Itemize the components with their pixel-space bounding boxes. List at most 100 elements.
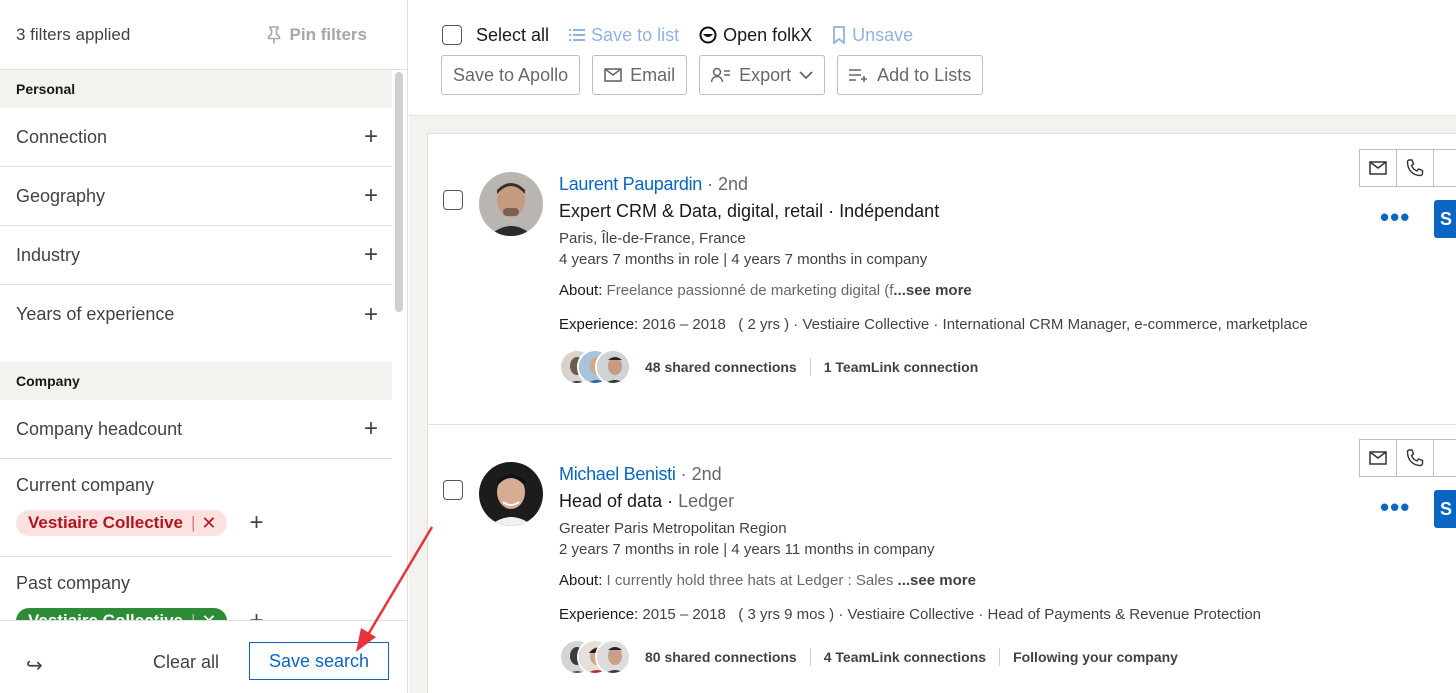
lead-checkbox[interactable]	[443, 480, 463, 500]
plus-icon[interactable]: +	[359, 125, 383, 149]
filter-panel-footer: ↪ Clear all Save search	[0, 620, 407, 693]
save-lead-button[interactable]: S	[1434, 490, 1456, 528]
lead-name-link[interactable]: Laurent Paupardin	[559, 174, 702, 194]
list-icon	[569, 29, 586, 41]
phone-icon	[1406, 159, 1424, 177]
filter-connection[interactable]: Connection +	[0, 108, 392, 167]
phone-action-button[interactable]	[1396, 149, 1434, 187]
past-company-chip[interactable]: Vestiaire Collective | ✕	[16, 608, 227, 620]
avatar	[595, 349, 631, 385]
bookmark-icon	[833, 26, 846, 44]
plus-icon[interactable]: +	[359, 302, 383, 327]
filter-current-company: Current company Vestiaire Collective | ✕…	[0, 459, 392, 557]
teamlink-link[interactable]: 4 TeamLink connections	[824, 649, 986, 665]
email-action-button[interactable]	[1359, 439, 1397, 477]
remove-chip-icon[interactable]: ✕	[201, 513, 216, 534]
see-more-link[interactable]: ...see more	[898, 572, 976, 589]
filter-geography[interactable]: Geography +	[0, 167, 392, 226]
filter-years-of-experience[interactable]: Years of experience +	[0, 285, 392, 344]
following-your-company: Following your company	[1013, 649, 1178, 665]
experience-label: Experience:	[559, 316, 639, 333]
lead-location: Greater Paris Metropolitan Region	[559, 520, 787, 537]
shared-connections-link[interactable]: 80 shared connections	[645, 649, 797, 665]
shared-connection-avatars[interactable]	[559, 639, 631, 675]
add-list-icon	[849, 69, 868, 82]
filter-label: Past company	[16, 573, 131, 593]
lead-name-link[interactable]: Michael Benisti	[559, 464, 676, 484]
lead-checkbox[interactable]	[443, 190, 463, 210]
plus-icon[interactable]: +	[359, 417, 383, 441]
filter-industry[interactable]: Industry +	[0, 226, 392, 285]
current-company-chip[interactable]: Vestiaire Collective | ✕	[16, 510, 227, 536]
export-label: Export	[739, 64, 792, 85]
share-icon[interactable]: ↪	[26, 653, 43, 678]
plus-icon[interactable]: +	[359, 184, 383, 208]
see-more-link[interactable]: ...see more	[893, 282, 971, 299]
results-panel: Select all Save to list Open folkX Unsav…	[409, 0, 1456, 693]
checkbox[interactable]	[442, 25, 462, 45]
about-text: Freelance passionné de marketing digital…	[606, 282, 894, 299]
plus-icon[interactable]: +	[245, 511, 269, 535]
email-label: Email	[630, 64, 676, 85]
lead-tenure: 4 years 7 months in role | 4 years 7 mon…	[559, 251, 928, 268]
remove-chip-icon[interactable]: ✕	[201, 611, 216, 621]
phone-action-button[interactable]	[1396, 439, 1434, 477]
shared-connection-avatars[interactable]	[559, 349, 631, 385]
chip-label: Vestiaire Collective	[28, 513, 183, 532]
teamlink-link[interactable]: 1 TeamLink connection	[824, 359, 979, 375]
about-label: About:	[559, 572, 603, 589]
filter-label: Current company	[16, 475, 155, 495]
about-text: I currently hold three hats at Ledger : …	[606, 572, 898, 589]
select-all-label: Select all	[476, 24, 550, 45]
connection-degree: · 2nd	[707, 174, 749, 194]
select-all-checkbox[interactable]: Select all	[442, 25, 549, 46]
lead-about: About: I currently hold three hats at Le…	[559, 572, 1261, 589]
lead-location: Paris, Île-de-France, France	[559, 230, 746, 247]
plus-icon[interactable]: +	[245, 609, 269, 621]
avatar	[595, 639, 631, 675]
more-actions-icon[interactable]: •••	[1380, 492, 1410, 523]
filter-label: Geography	[16, 185, 106, 206]
contact-actions	[1359, 439, 1456, 477]
save-lead-button[interactable]: S	[1434, 200, 1456, 238]
headline-company-link[interactable]: Ledger	[678, 491, 734, 511]
lead-card: Michael Benisti · 2nd Head of data · Led…	[427, 424, 1456, 693]
email-button[interactable]: Email	[592, 55, 688, 95]
filter-scrollbar[interactable]	[395, 72, 403, 312]
folkx-icon	[699, 26, 717, 44]
open-folkx-label: Open folkX	[723, 24, 813, 45]
pin-filters-button[interactable]: Pin filters	[266, 25, 367, 45]
export-contacts-icon	[711, 67, 731, 83]
filter-list: Personal Connection + Geography + Indust…	[0, 70, 392, 620]
filter-company-headcount[interactable]: Company headcount +	[0, 400, 392, 459]
open-folkx-button[interactable]: Open folkX	[699, 25, 812, 46]
more-contact-button[interactable]	[1433, 149, 1456, 187]
lead-experience: Experience: 2015 – 2018 ( 3 yrs 9 mos ) …	[559, 606, 1261, 623]
clear-all-button[interactable]: Clear all	[153, 652, 219, 673]
lead-tenure: 2 years 7 months in role | 4 years 11 mo…	[559, 541, 935, 558]
filter-past-company: Past company Vestiaire Collective | ✕ +	[0, 557, 392, 620]
experience-text: 2016 – 2018 ( 2 yrs ) · Vestiaire Collec…	[642, 316, 1308, 333]
connection-degree: · 2nd	[680, 464, 722, 484]
save-search-button[interactable]: Save search	[249, 642, 389, 680]
unsave-label: Unsave	[852, 24, 914, 45]
email-action-button[interactable]	[1359, 149, 1397, 187]
pin-filters-label: Pin filters	[289, 24, 367, 44]
save-to-list-button[interactable]: Save to list	[569, 25, 679, 46]
avatar[interactable]	[479, 462, 543, 526]
export-button[interactable]: Export	[699, 55, 826, 95]
experience-label: Experience:	[559, 606, 639, 623]
section-personal: Personal	[0, 70, 392, 108]
avatar[interactable]	[479, 172, 543, 236]
more-actions-icon[interactable]: •••	[1380, 202, 1410, 233]
about-label: About:	[559, 282, 603, 299]
unsave-button[interactable]: Unsave	[832, 25, 913, 46]
plus-icon[interactable]: +	[359, 243, 383, 267]
filter-label: Company headcount	[16, 418, 183, 439]
save-to-apollo-button[interactable]: Save to Apollo	[441, 55, 581, 95]
shared-connections-link[interactable]: 48 shared connections	[645, 359, 797, 375]
chevron-down-icon	[799, 71, 813, 80]
bulk-actions-toolbar: Select all Save to list Open folkX Unsav…	[409, 0, 1456, 116]
add-to-lists-button[interactable]: Add to Lists	[837, 55, 984, 95]
more-contact-button[interactable]	[1433, 439, 1456, 477]
